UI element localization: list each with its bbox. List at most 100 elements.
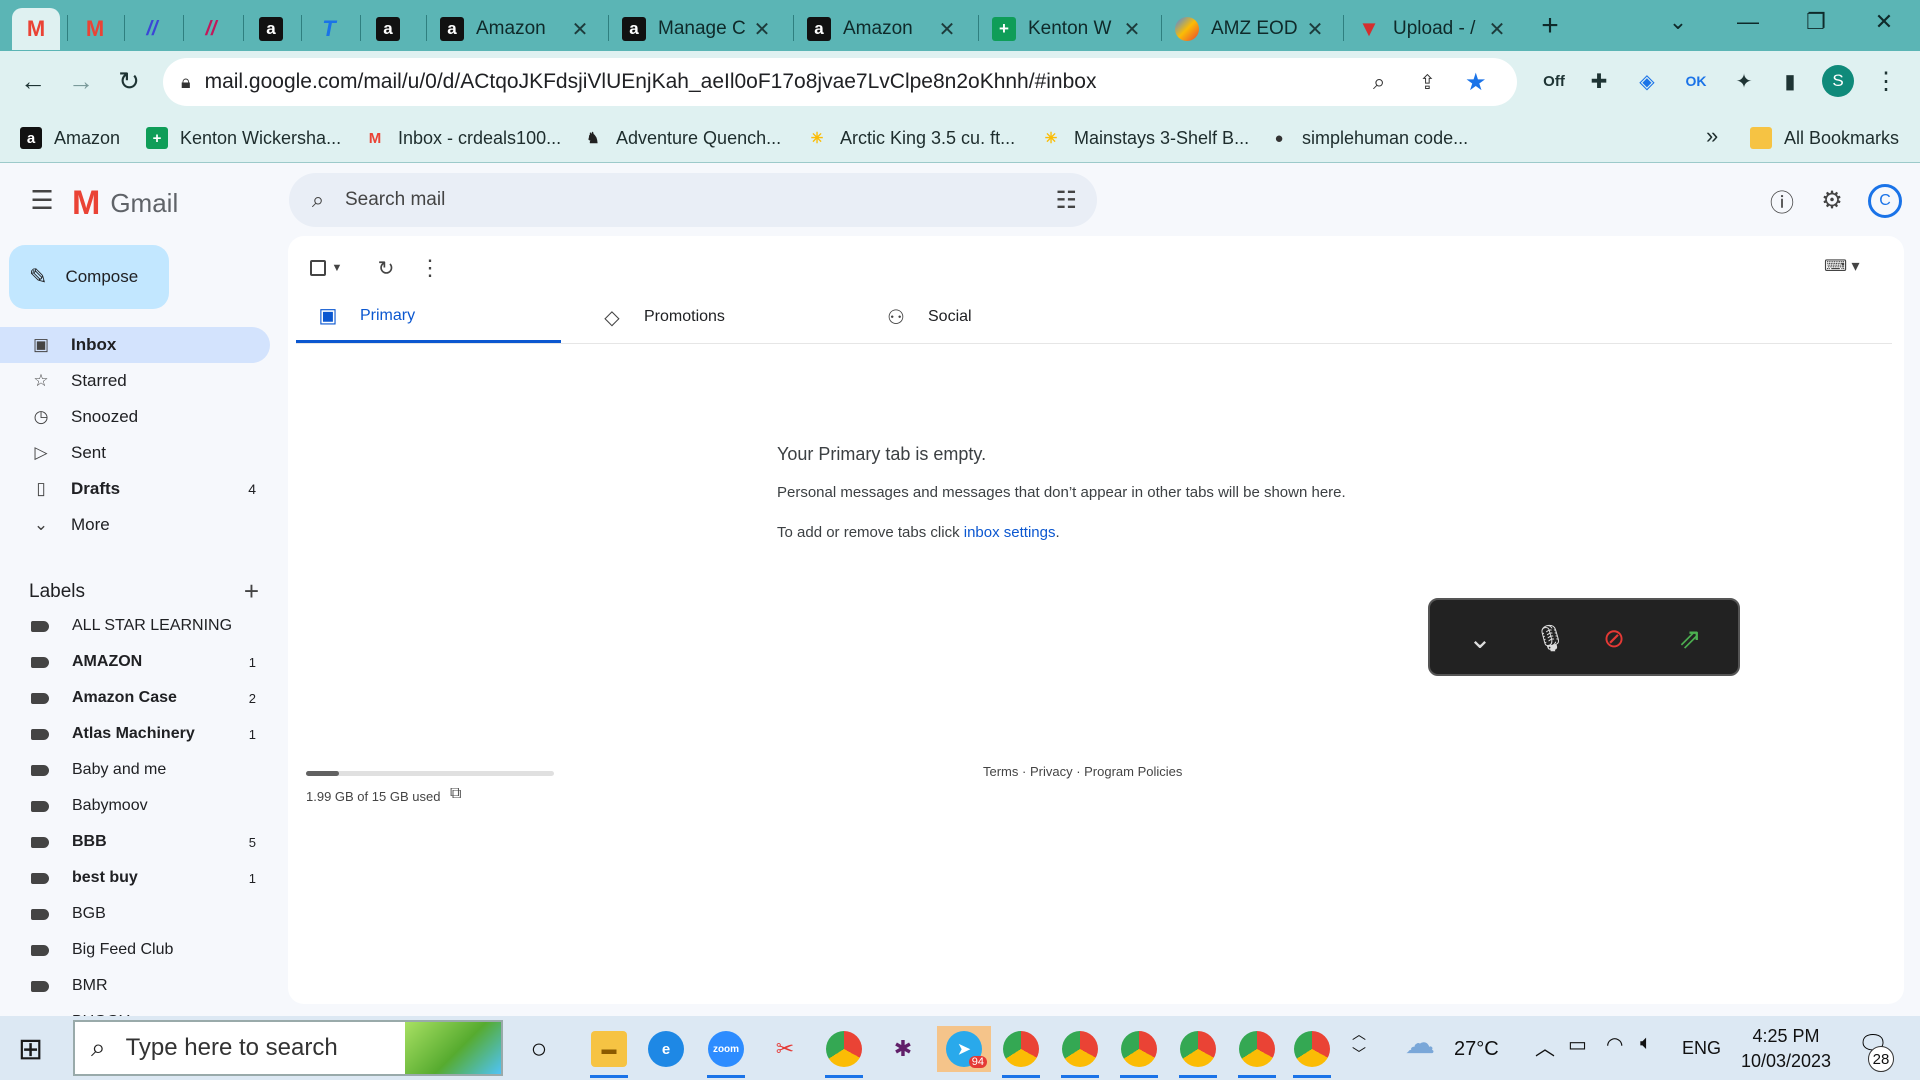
close-tab-icon[interactable]: ✕ <box>752 17 772 42</box>
bookmark-item[interactable]: ● simplehuman code... <box>1268 127 1468 149</box>
tab-promotions[interactable]: ◇ Promotions <box>580 291 845 343</box>
bookmark-item[interactable]: a Amazon <box>20 127 120 149</box>
bookmark-star-icon[interactable]: ★ <box>1465 68 1487 97</box>
account-avatar[interactable]: C <box>1868 184 1902 218</box>
label-item[interactable]: BGB <box>0 897 270 931</box>
open-storage-icon[interactable]: ⧉ <box>450 785 461 803</box>
share-screen-icon[interactable]: ⇗ <box>1668 618 1712 658</box>
bookmark-item[interactable]: ✳ Mainstays 3-Shelf B... <box>1040 127 1249 149</box>
close-tab-icon[interactable]: ✕ <box>1122 17 1142 42</box>
label-item[interactable]: BBB 5 <box>0 825 270 859</box>
browser-tab[interactable]: + Kenton W ✕ <box>982 8 1152 50</box>
sidebar-item-drafts[interactable]: ▯ Drafts 4 <box>0 471 270 507</box>
sidebar-item-snoozed[interactable]: ◷ Snoozed <box>0 399 270 435</box>
new-tab-button[interactable]: + <box>1522 4 1578 48</box>
browser-tab[interactable]: ▼ Upload - / ✕ <box>1347 8 1517 50</box>
label-item[interactable]: AMAZON 1 <box>0 645 270 679</box>
cortana-icon[interactable]: ○ <box>516 1026 562 1072</box>
notification-center-icon[interactable]: 🗨︎ 28 <box>1858 1030 1898 1072</box>
address-bar[interactable]: 🔒︎ mail.google.com/mail/u/0/d/ACtqoJKFds… <box>163 58 1517 106</box>
chrome-icon[interactable] <box>821 1026 867 1078</box>
taskbar-search-box[interactable]: ⌕ Type here to search <box>73 1020 503 1076</box>
sidebar-item-sent[interactable]: ▷ Sent <box>0 435 270 471</box>
close-tab-icon[interactable]: ✕ <box>1305 17 1325 42</box>
select-dropdown-icon[interactable]: ▼ <box>332 262 343 274</box>
terms-link[interactable]: Terms <box>983 764 1018 779</box>
extension-off-icon[interactable]: Off <box>1538 65 1570 97</box>
chrome-profile-icon[interactable] <box>1057 1026 1103 1078</box>
close-tab-icon[interactable]: ✕ <box>937 17 957 42</box>
chrome-profile-icon[interactable] <box>1234 1026 1280 1078</box>
weather-cloud-icon[interactable]: ☁ <box>1405 1026 1435 1061</box>
taskbar-scroll-arrows-icon[interactable]: ︿ ﹀ <box>1352 1024 1366 1064</box>
more-options-icon[interactable]: ⋮ <box>414 252 446 284</box>
label-item[interactable]: Amazon Case 2 <box>0 681 270 715</box>
wifi-icon[interactable]: ◠ <box>1606 1032 1623 1057</box>
search-options-icon[interactable]: ☷ <box>1055 186 1077 215</box>
sidebar-item-starred[interactable]: ☆ Starred <box>0 363 270 399</box>
browser-tab[interactable]: a Amazon ✕ <box>430 8 600 50</box>
bookmark-item[interactable]: ✳ Arctic King 3.5 cu. ft... <box>806 127 1015 149</box>
telegram-icon[interactable]: ➤ 94 <box>937 1026 991 1072</box>
sidebar-item-inbox[interactable]: ▣ Inbox <box>0 327 270 363</box>
add-label-icon[interactable]: + <box>244 576 259 607</box>
chrome-profile-icon[interactable] <box>1289 1026 1335 1078</box>
show-hidden-icons[interactable]: ︿ <box>1535 1032 1555 1061</box>
zoom-app-icon[interactable]: zoom <box>703 1026 749 1078</box>
extension-icon[interactable]: ◈ <box>1631 65 1663 97</box>
pinned-tab-gmail-pinned-2[interactable]: M <box>71 8 119 50</box>
edge-icon[interactable]: e <box>643 1026 689 1072</box>
refresh-icon[interactable]: ↻ <box>370 252 402 284</box>
video-off-icon[interactable]: ⊘ <box>1592 618 1636 658</box>
search-icon[interactable]: ⌕ <box>303 187 333 213</box>
zoom-icon[interactable]: ⌕ <box>1373 69 1385 95</box>
main-menu-icon[interactable]: ☰ <box>24 182 60 218</box>
tab-social[interactable]: ⚇ Social <box>864 291 1129 343</box>
back-icon[interactable]: ← <box>13 61 53 101</box>
chrome-profile-icon[interactable] <box>1116 1026 1162 1078</box>
select-all-checkbox[interactable]: ▼ <box>306 252 346 284</box>
label-item[interactable]: BUGGY <box>0 1005 270 1016</box>
more-bookmarks-icon[interactable]: » <box>1706 123 1718 149</box>
menu-kebab-icon[interactable]: ⋮ <box>1870 65 1902 97</box>
battery-icon[interactable]: ▭ <box>1568 1032 1587 1057</box>
forward-icon[interactable]: → <box>61 61 101 101</box>
sidebar-item-more[interactable]: ⌄ More <box>0 507 270 543</box>
extensions-puzzle-icon[interactable]: ✦ <box>1728 65 1760 97</box>
volume-icon[interactable]: 🔈︎ <box>1640 1032 1652 1055</box>
temperature-text[interactable]: 27°C <box>1454 1038 1499 1061</box>
snipping-tool-icon[interactable]: ✂ <box>762 1026 808 1072</box>
help-icon[interactable]: ⓘ <box>1764 182 1800 218</box>
tab-primary[interactable]: ▣ Primary <box>296 291 561 343</box>
reload-icon[interactable]: ↻ <box>109 61 149 101</box>
chrome-profile-icon[interactable] <box>998 1026 1044 1078</box>
browser-tab[interactable]: a Manage C ✕ <box>612 8 782 50</box>
label-item[interactable]: best buy 1 <box>0 861 270 895</box>
share-icon[interactable]: ⇪ <box>1419 70 1436 95</box>
language-indicator[interactable]: ENG <box>1682 1038 1721 1059</box>
side-panel-icon[interactable]: ▮ <box>1774 65 1806 97</box>
pinned-tab-amazon-pinned-2[interactable]: a <box>364 8 412 50</box>
label-item[interactable]: BMR <box>0 969 270 1003</box>
label-item[interactable]: Babymoov <box>0 789 270 823</box>
microphone-icon[interactable]: 🎙︎ <box>1528 618 1572 658</box>
pinned-tab-t-pinned[interactable]: T <box>305 8 353 50</box>
search-input[interactable]: Search mail <box>345 189 1055 211</box>
close-tab-icon[interactable]: ✕ <box>1487 17 1507 42</box>
chrome-profile-icon[interactable] <box>1175 1026 1221 1078</box>
pinned-tab-amazon-pinned[interactable]: a <box>247 8 295 50</box>
taskbar-search-input[interactable]: Type here to search <box>126 1034 405 1062</box>
label-item[interactable]: Baby and me <box>0 753 270 787</box>
profile-avatar[interactable]: S <box>1822 65 1854 97</box>
slack-icon[interactable]: ✱ <box>880 1026 926 1072</box>
windows-start-icon[interactable]: ⊞ <box>18 1032 43 1067</box>
search-mail-bar[interactable]: ⌕ Search mail ☷ <box>289 173 1097 227</box>
extension-icon[interactable]: ✚ <box>1583 65 1615 97</box>
privacy-link[interactable]: Privacy <box>1030 764 1073 779</box>
bookmark-item[interactable]: ♞ Adventure Quench... <box>582 127 781 149</box>
gmail-logo[interactable]: M Gmail <box>72 184 178 223</box>
all-bookmarks-folder[interactable]: All Bookmarks <box>1750 127 1899 149</box>
minimize-icon[interactable]: — <box>1720 0 1776 44</box>
browser-tab[interactable]: a Amazon ✕ <box>797 8 967 50</box>
file-explorer-icon[interactable]: ▬ <box>586 1026 632 1078</box>
